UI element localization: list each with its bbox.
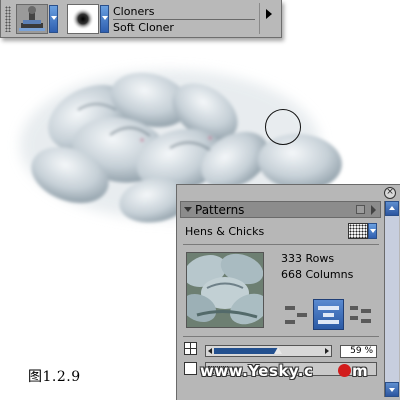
variant-dropdown-arrow[interactable] <box>100 5 109 33</box>
scroll-up-icon[interactable] <box>385 201 399 216</box>
palette-title: Patterns <box>195 203 245 217</box>
offset-grid-icon <box>184 342 197 355</box>
brush-category-name[interactable]: Cloners <box>113 4 255 20</box>
brush-names: Cloners Soft Cloner <box>113 4 255 35</box>
vertical-shift-icon[interactable] <box>348 302 374 328</box>
divider <box>183 336 379 337</box>
vertical-scrollbar[interactable] <box>384 201 399 397</box>
slider-left-arrow-icon[interactable] <box>208 348 212 354</box>
close-icon[interactable]: × <box>384 187 396 199</box>
scroll-down-icon[interactable] <box>385 382 399 397</box>
category-dropdown-arrow[interactable] <box>49 5 58 33</box>
brush-selector-bar: Cloners Soft Cloner <box>0 0 282 38</box>
drag-grip[interactable] <box>5 6 11 32</box>
slider-right-arrow-icon[interactable] <box>325 348 329 354</box>
cloner-stamp-icon[interactable] <box>16 4 48 34</box>
slider-thumb[interactable] <box>274 347 282 354</box>
soft-brush-icon[interactable] <box>67 4 99 34</box>
watermark-logo-icon <box>338 364 351 377</box>
blank-square-icon <box>184 362 197 375</box>
brick-offset-icon[interactable] <box>313 299 344 330</box>
figure-caption: 图1.2.9 <box>28 369 81 385</box>
pattern-name: Hens & Chicks <box>185 225 265 238</box>
watermark-text: www.Yesky.c <box>200 362 314 380</box>
expand-icon[interactable] <box>356 205 365 214</box>
collapse-triangle-icon[interactable] <box>184 207 192 212</box>
flyout-menu-arrow-icon[interactable] <box>259 3 280 34</box>
brush-cursor-circle <box>265 109 301 145</box>
pattern-dropdown-arrow[interactable] <box>368 223 377 239</box>
watermark-text-tail: m <box>352 362 369 380</box>
divider <box>183 244 379 245</box>
palette-titlebar[interactable]: Patterns <box>180 201 381 218</box>
brush-variant-name[interactable]: Soft Cloner <box>113 20 255 35</box>
palette-menu-icon[interactable] <box>371 205 376 215</box>
pattern-preview-thumbnail <box>186 252 264 328</box>
slider-fill <box>214 348 278 354</box>
horizontal-shift-icon[interactable] <box>283 302 309 328</box>
pattern-rows: 333 Rows <box>281 252 335 265</box>
pattern-swatch[interactable] <box>348 223 368 239</box>
pattern-columns: 668 Columns <box>281 268 354 281</box>
offset-slider[interactable] <box>205 345 332 357</box>
offset-percent-field[interactable]: 59 % <box>340 345 377 358</box>
